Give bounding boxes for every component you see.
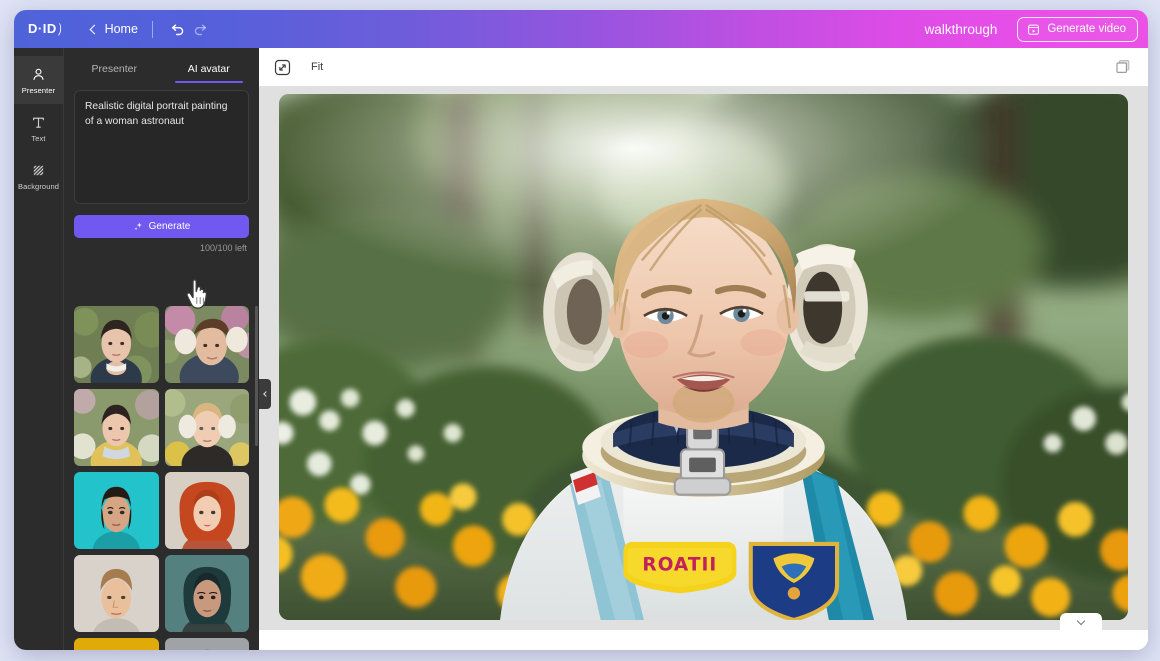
- avatar-thumb[interactable]: [74, 306, 159, 383]
- app-window: D·ID) Home walkthrough: [14, 10, 1148, 650]
- tab-ai-avatar[interactable]: AI avatar: [169, 54, 250, 83]
- back-to-home-button[interactable]: Home: [91, 22, 138, 36]
- panel-scrollbar[interactable]: [255, 306, 258, 446]
- tab-presenter[interactable]: Presenter: [74, 54, 155, 83]
- avatar-thumb[interactable]: [74, 389, 159, 466]
- fit-screen-icon[interactable]: [273, 58, 291, 76]
- canvas-toolbar: Fit: [259, 48, 1148, 86]
- slide-image: ROATII: [279, 94, 1128, 620]
- header-divider: [152, 21, 153, 38]
- avatar-thumb[interactable]: [165, 472, 250, 549]
- sidebar-item-background[interactable]: Background: [14, 152, 63, 200]
- canvas-stage[interactable]: ROATII: [259, 86, 1148, 630]
- redo-icon: [192, 21, 208, 37]
- chevron-down-icon: [1077, 617, 1085, 625]
- sidebar-item-text[interactable]: Text: [14, 104, 63, 152]
- home-label: Home: [105, 22, 138, 36]
- generate-video-button[interactable]: Generate video: [1017, 17, 1138, 42]
- undo-icon: [170, 21, 186, 37]
- avatar-thumb[interactable]: [165, 389, 250, 466]
- timeline-bar: [259, 630, 1148, 650]
- avatar-thumb[interactable]: [165, 555, 250, 632]
- avatar-thumb[interactable]: [165, 306, 250, 383]
- collapse-panel-button[interactable]: [259, 379, 271, 409]
- sparkle-icon: [133, 221, 144, 232]
- logo-tail-icon: ): [58, 20, 63, 36]
- panel-tabs: Presenter AI avatar: [64, 48, 259, 83]
- did-logo[interactable]: D·ID): [28, 21, 63, 36]
- undo-button[interactable]: [167, 18, 189, 40]
- text-t-icon: [31, 114, 46, 131]
- sidebar-item-background-label: Background: [18, 182, 59, 191]
- chevron-left-icon: [263, 391, 269, 397]
- avatar-thumb[interactable]: [165, 638, 250, 650]
- avatar-thumb[interactable]: [74, 638, 159, 650]
- generate-video-label: Generate video: [1047, 23, 1126, 35]
- video-calendar-icon: [1027, 23, 1040, 36]
- person-icon: [31, 66, 46, 83]
- credits-left-label: 100/100 left: [64, 243, 259, 253]
- avatar-thumb[interactable]: [74, 555, 159, 632]
- canvas-area: Fit: [259, 48, 1148, 650]
- zoom-fit-label[interactable]: Fit: [311, 61, 323, 73]
- avatar-thumb[interactable]: [74, 472, 159, 549]
- timeline-toggle-button[interactable]: [1060, 613, 1102, 633]
- sidebar-item-text-label: Text: [31, 134, 45, 143]
- layers-square-icon[interactable]: [1114, 58, 1132, 76]
- slide-canvas[interactable]: ROATII: [279, 94, 1128, 620]
- logo-text: D·ID: [28, 21, 57, 36]
- generate-button-label: Generate: [149, 221, 191, 232]
- project-name[interactable]: walkthrough: [925, 22, 998, 37]
- presenter-panel: Presenter AI avatar Realistic digital po…: [63, 48, 259, 650]
- svg-text:ROATII: ROATII: [642, 555, 717, 576]
- sidebar-item-presenter[interactable]: Presenter: [14, 56, 63, 104]
- sidebar-item-presenter-label: Presenter: [22, 86, 55, 95]
- background-grid-icon: [31, 162, 46, 179]
- generate-button[interactable]: Generate: [74, 215, 249, 238]
- app-body: Presenter Text: [14, 48, 1148, 650]
- prompt-input[interactable]: Realistic digital portrait painting of a…: [74, 90, 249, 204]
- chevron-left-icon: [89, 24, 99, 34]
- redo-button[interactable]: [189, 18, 211, 40]
- tool-rail: Presenter Text: [14, 48, 63, 650]
- app-header: D·ID) Home walkthrough: [14, 10, 1148, 48]
- avatar-results-grid[interactable]: [64, 302, 259, 650]
